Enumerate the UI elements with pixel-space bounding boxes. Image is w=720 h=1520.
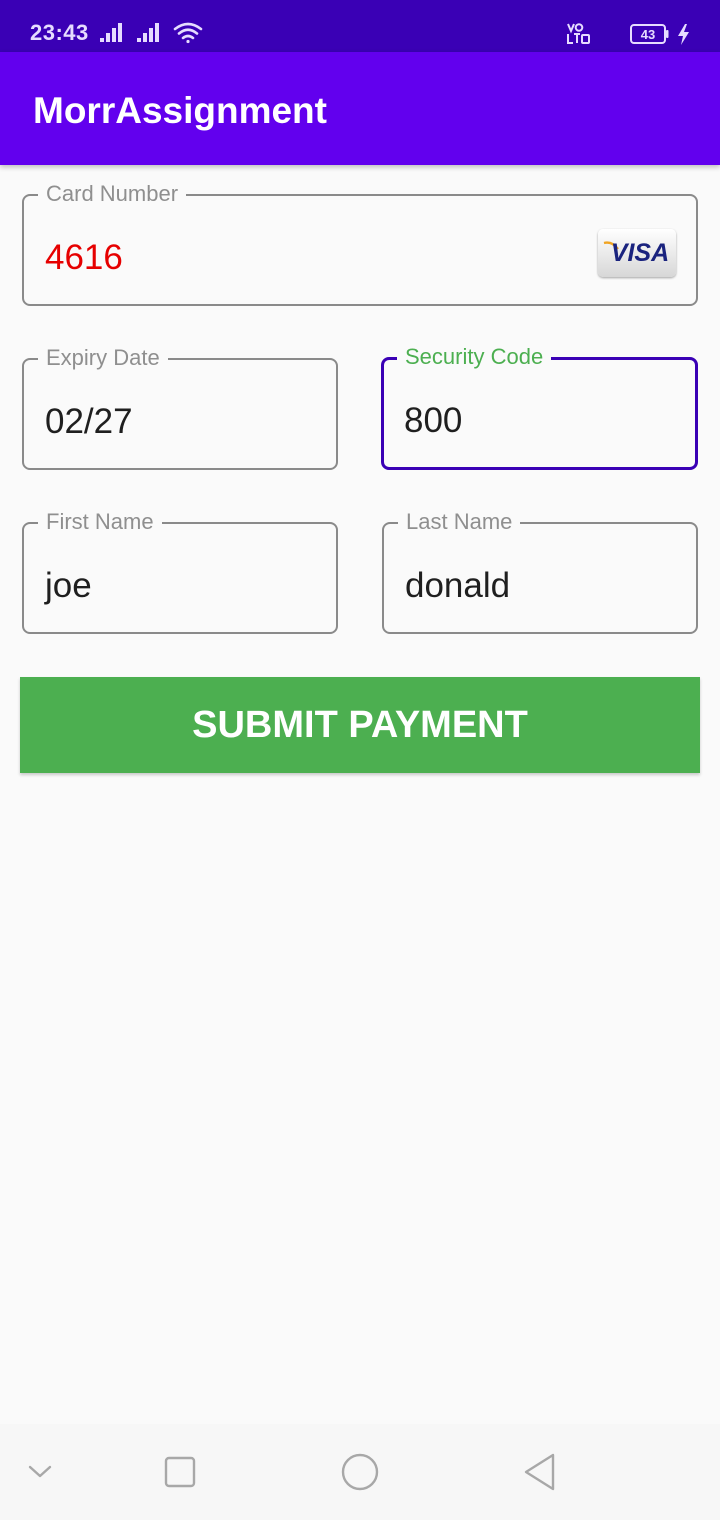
signal-icon [137, 23, 159, 42]
last-name-field[interactable]: Last Name donald [382, 509, 698, 634]
wifi-icon [173, 22, 203, 44]
first-name-label: First Name [38, 509, 162, 535]
status-system-icons: 43 [567, 23, 689, 45]
navigation-bar [0, 1424, 720, 1520]
volte-icon [567, 23, 590, 44]
battery-icon: 43 [630, 24, 669, 44]
chevron-down-icon[interactable] [26, 1462, 54, 1482]
charging-icon [678, 24, 689, 45]
app-title: MorrAssignment [33, 90, 327, 131]
card-number-label: Card Number [38, 181, 187, 207]
app-bar: MorrAssignment [0, 52, 720, 165]
visa-text: VISA [611, 239, 669, 267]
security-code-field[interactable]: Security Code 800 [381, 344, 698, 470]
security-code-input[interactable]: 800 [404, 401, 462, 441]
first-name-input[interactable]: joe [45, 566, 92, 606]
last-name-input[interactable]: donald [405, 566, 510, 606]
submit-payment-button[interactable]: SUBMIT PAYMENT [20, 677, 700, 773]
back-icon[interactable] [522, 1452, 558, 1492]
moon-icon [608, 24, 624, 42]
card-number-input[interactable]: 4616 [45, 238, 123, 278]
signal-icon [100, 23, 122, 42]
expiry-date-field[interactable]: Expiry Date 02/27 [22, 345, 338, 470]
first-name-field[interactable]: First Name joe [22, 509, 338, 634]
last-name-label: Last Name [398, 509, 521, 535]
visa-card-icon: VISA [598, 229, 676, 277]
expiry-date-label: Expiry Date [38, 345, 168, 371]
card-number-field[interactable]: Card Number 4616 VISA [22, 181, 698, 306]
signal-wifi-group [100, 22, 203, 44]
battery-level: 43 [641, 27, 655, 42]
security-code-label: Security Code [397, 344, 552, 370]
recents-icon[interactable] [164, 1456, 196, 1488]
home-icon[interactable] [340, 1452, 380, 1492]
status-time: 23:43 [30, 20, 89, 45]
status-bar: 23:43 43 [0, 0, 720, 52]
status-right-icons: 43 [566, 20, 694, 48]
expiry-date-input[interactable]: 02/27 [45, 402, 133, 442]
status-left-icons [100, 20, 204, 44]
